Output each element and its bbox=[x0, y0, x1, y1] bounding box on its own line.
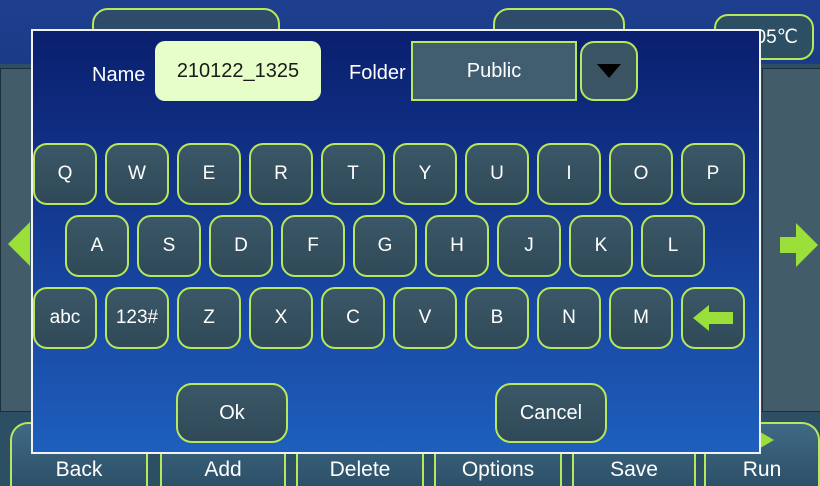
back-button-label: Back bbox=[55, 458, 103, 481]
folder-select-value: Public bbox=[466, 59, 522, 82]
key-label: C bbox=[346, 307, 360, 328]
ok-button-label: Ok bbox=[219, 401, 245, 424]
key-label: abc bbox=[49, 307, 81, 328]
ok-button[interactable]: Ok bbox=[176, 383, 288, 443]
key-b[interactable]: B bbox=[465, 287, 529, 349]
key-w[interactable]: W bbox=[105, 143, 169, 205]
key-s[interactable]: S bbox=[137, 215, 201, 277]
key-label: Z bbox=[203, 307, 215, 328]
key-m[interactable]: M bbox=[609, 287, 673, 349]
key-label: B bbox=[490, 307, 504, 328]
key-x[interactable]: X bbox=[249, 287, 313, 349]
key-t[interactable]: T bbox=[321, 143, 385, 205]
key-abc[interactable]: abc bbox=[33, 287, 97, 349]
key-a[interactable]: A bbox=[65, 215, 129, 277]
folder-dropdown-button[interactable] bbox=[580, 41, 638, 101]
cancel-button[interactable]: Cancel bbox=[495, 383, 607, 443]
key-label: G bbox=[377, 235, 393, 256]
name-label: Name bbox=[92, 64, 146, 86]
key-label: X bbox=[274, 307, 288, 328]
key-r[interactable]: R bbox=[249, 143, 313, 205]
key-label: H bbox=[450, 235, 464, 256]
key-o[interactable]: O bbox=[609, 143, 673, 205]
previous-arrow-icon[interactable] bbox=[8, 222, 30, 266]
key-label: V bbox=[418, 307, 432, 328]
key-numbers-symbols[interactable]: 123# bbox=[105, 287, 169, 349]
key-label: R bbox=[274, 163, 288, 184]
save-dialog: Name Folder Public Q W E R T Y U I O P A… bbox=[31, 29, 761, 454]
key-q[interactable]: Q bbox=[33, 143, 97, 205]
key-label: D bbox=[234, 235, 248, 256]
key-i[interactable]: I bbox=[537, 143, 601, 205]
temperature-value: 05℃ bbox=[755, 26, 798, 48]
key-label: U bbox=[490, 163, 504, 184]
cancel-button-label: Cancel bbox=[519, 401, 583, 424]
key-label: Q bbox=[57, 163, 73, 184]
key-label: 123# bbox=[115, 307, 159, 328]
backspace-key[interactable] bbox=[681, 287, 745, 349]
key-j[interactable]: J bbox=[497, 215, 561, 277]
key-k[interactable]: K bbox=[569, 215, 633, 277]
key-d[interactable]: D bbox=[209, 215, 273, 277]
key-label: F bbox=[307, 235, 319, 256]
key-label: M bbox=[633, 307, 649, 328]
key-y[interactable]: Y bbox=[393, 143, 457, 205]
key-label: P bbox=[706, 163, 720, 184]
key-label: L bbox=[667, 235, 679, 256]
name-input[interactable] bbox=[155, 41, 321, 101]
key-label: T bbox=[347, 163, 359, 184]
key-e[interactable]: E bbox=[177, 143, 241, 205]
chevron-down-icon bbox=[597, 64, 621, 78]
key-label: J bbox=[524, 235, 534, 256]
run-button-label: Run bbox=[742, 458, 782, 481]
save-button-label: Save bbox=[610, 458, 658, 481]
options-button-label: Options bbox=[461, 458, 535, 481]
key-label: W bbox=[128, 163, 146, 184]
backspace-arrow-icon bbox=[693, 305, 733, 331]
folder-label: Folder bbox=[349, 62, 406, 84]
key-label: A bbox=[90, 235, 104, 256]
key-l[interactable]: L bbox=[641, 215, 705, 277]
delete-button-label: Delete bbox=[329, 458, 391, 481]
key-z[interactable]: Z bbox=[177, 287, 241, 349]
key-label: K bbox=[594, 235, 608, 256]
key-p[interactable]: P bbox=[681, 143, 745, 205]
key-label: E bbox=[202, 163, 216, 184]
key-label: S bbox=[162, 235, 176, 256]
add-button-label: Add bbox=[204, 458, 242, 481]
key-u[interactable]: U bbox=[465, 143, 529, 205]
key-c[interactable]: C bbox=[321, 287, 385, 349]
key-label: Y bbox=[418, 163, 432, 184]
key-v[interactable]: V bbox=[393, 287, 457, 349]
folder-select[interactable]: Public bbox=[411, 41, 577, 101]
key-h[interactable]: H bbox=[425, 215, 489, 277]
key-n[interactable]: N bbox=[537, 287, 601, 349]
key-f[interactable]: F bbox=[281, 215, 345, 277]
key-label: N bbox=[562, 307, 576, 328]
key-label: I bbox=[566, 163, 572, 184]
key-label: O bbox=[633, 163, 649, 184]
next-arrow-icon[interactable] bbox=[776, 219, 820, 271]
key-g[interactable]: G bbox=[353, 215, 417, 277]
